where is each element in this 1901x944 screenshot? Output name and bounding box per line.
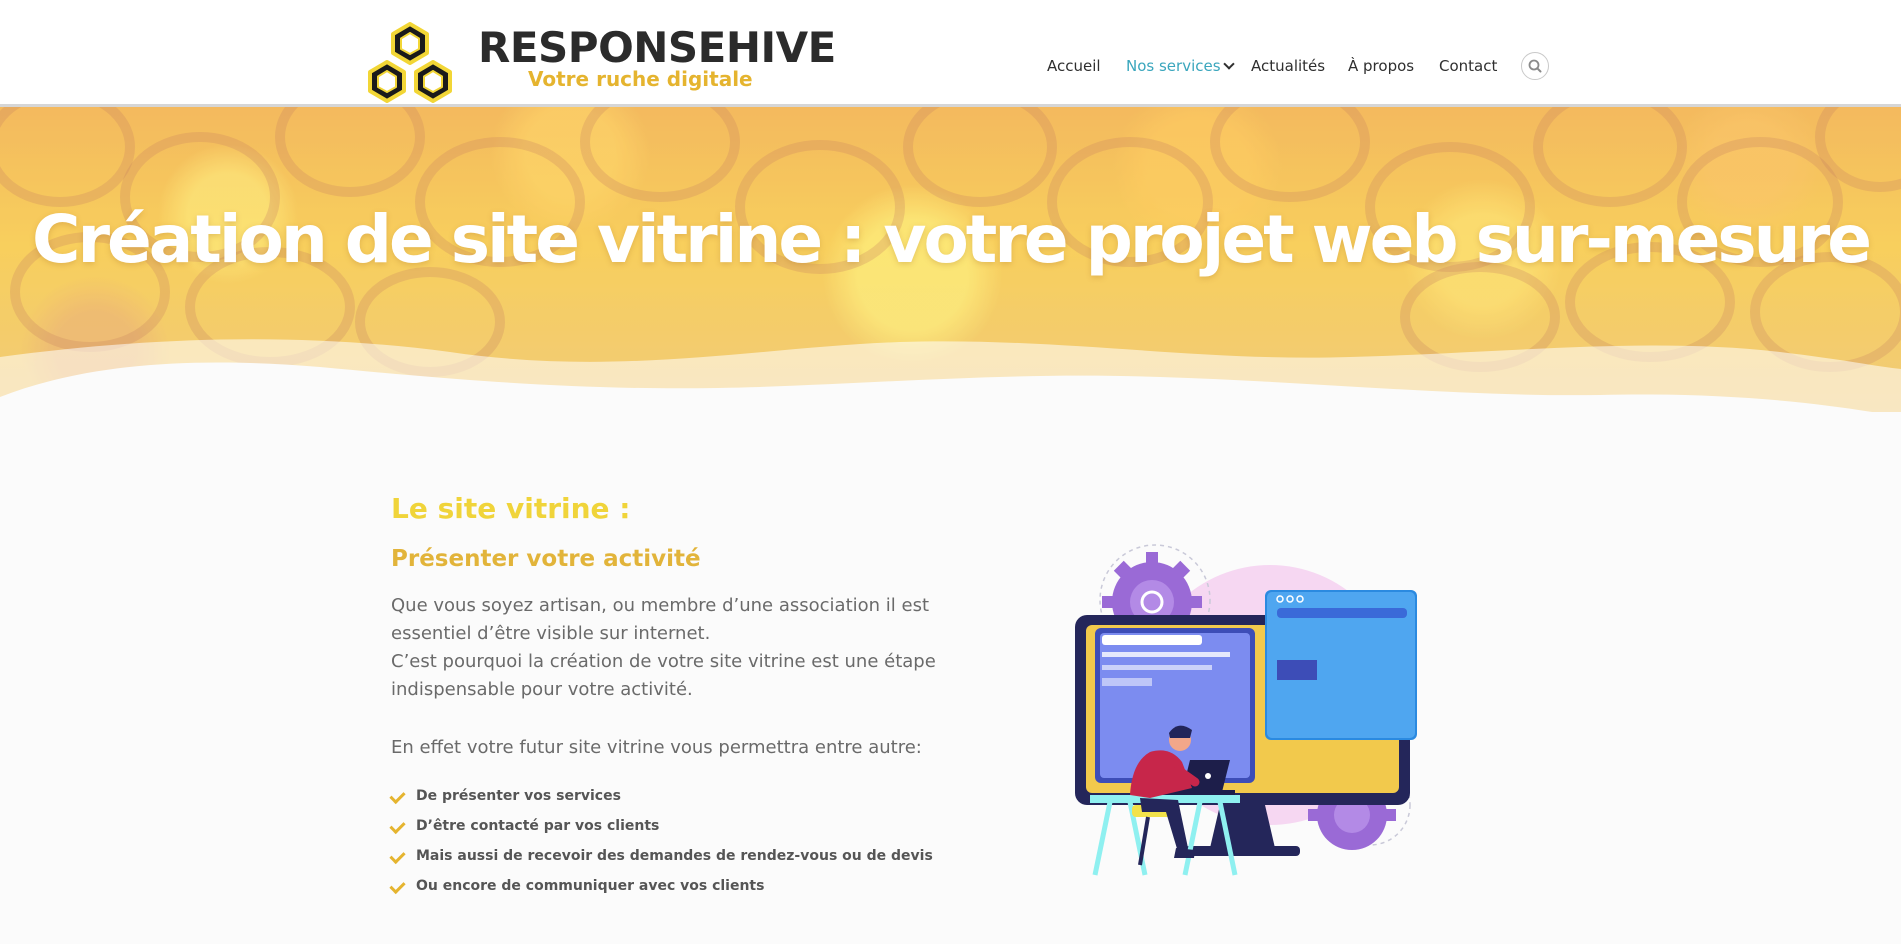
- site-header: RESPONSEHIVE Votre ruche digitale Accuei…: [0, 0, 1901, 107]
- list-item-label: De présenter vos services: [416, 788, 621, 804]
- list-item: Ou encore de communiquer avec vos client…: [389, 874, 933, 904]
- list-item: D’être contacté par vos clients: [389, 814, 933, 844]
- section-subheading: Présenter votre activité: [391, 546, 701, 572]
- section-heading: Le site vitrine :: [391, 492, 631, 525]
- wave-divider: [0, 339, 1901, 412]
- intro-line-2: C’est pourquoi la création de votre site…: [391, 651, 936, 700]
- benefits-intro: En effet votre futur site vitrine vous p…: [391, 737, 922, 758]
- check-icon: [389, 787, 406, 805]
- list-item-label: D’être contacté par vos clients: [416, 818, 660, 834]
- intro-paragraph: Que vous soyez artisan, ou membre d’une …: [391, 592, 1001, 704]
- main-nav: Accueil Nos services Actualités À propos…: [0, 57, 1901, 77]
- hero-banner: Création de site vitrine : votre projet …: [0, 107, 1901, 412]
- intro-line-1: Que vous soyez artisan, ou membre d’une …: [391, 595, 930, 644]
- chevron-down-icon: [1222, 58, 1235, 70]
- check-icon: [389, 847, 406, 865]
- nav-item-a-propos[interactable]: À propos: [1348, 57, 1414, 75]
- nav-item-nos-services[interactable]: Nos services: [1126, 57, 1235, 75]
- benefits-list: De présenter vos services D’être contact…: [389, 784, 933, 904]
- nav-item-contact[interactable]: Contact: [1439, 57, 1497, 75]
- nav-item-actualites[interactable]: Actualités: [1251, 57, 1325, 75]
- hero-title: Création de site vitrine : votre projet …: [32, 201, 1872, 278]
- list-item-label: Ou encore de communiquer avec vos client…: [416, 878, 765, 894]
- search-icon: [1528, 59, 1542, 73]
- check-icon: [389, 817, 406, 835]
- list-item: De présenter vos services: [389, 784, 933, 814]
- list-item: Mais aussi de recevoir des demandes de r…: [389, 844, 933, 874]
- list-item-label: Mais aussi de recevoir des demandes de r…: [416, 848, 933, 864]
- nav-item-accueil[interactable]: Accueil: [1047, 57, 1101, 75]
- nav-item-label: Nos services: [1126, 57, 1221, 75]
- check-icon: [389, 877, 406, 895]
- web-developer-illustration: [1075, 544, 1417, 876]
- search-button[interactable]: [1521, 52, 1549, 80]
